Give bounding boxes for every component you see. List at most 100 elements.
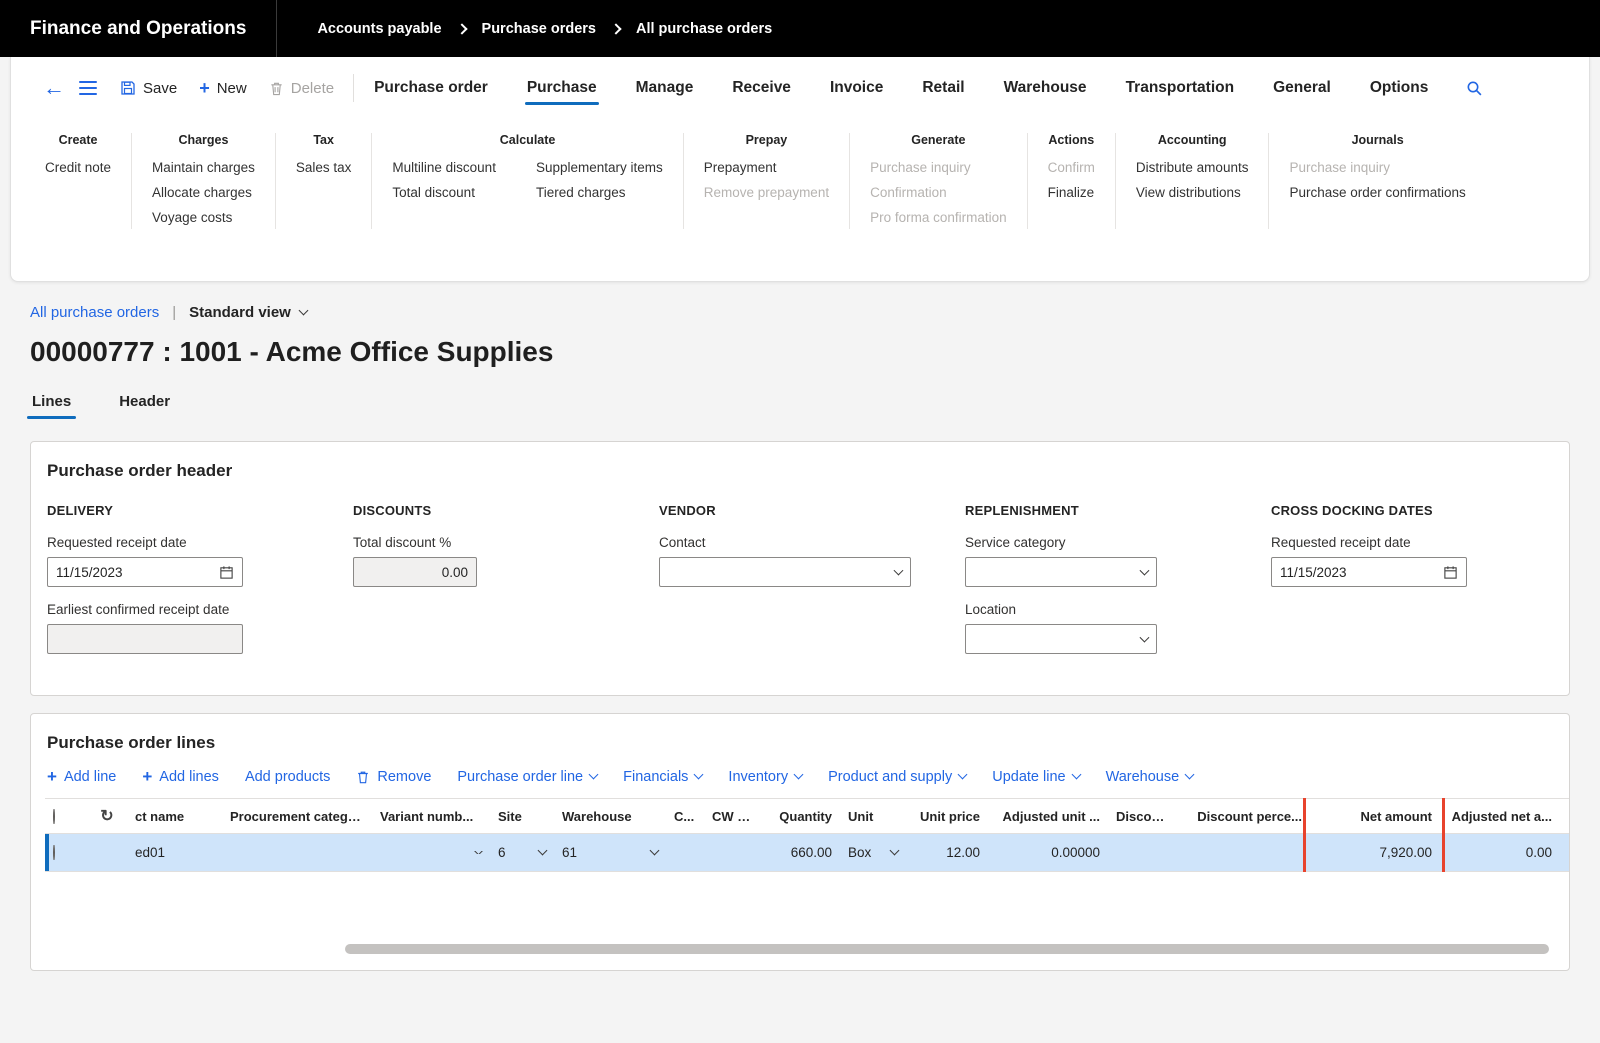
col-net-amount[interactable]: Net amount: [1310, 809, 1440, 824]
financials-menu[interactable]: Financials: [623, 769, 702, 785]
finalize-button[interactable]: Finalize: [1048, 185, 1095, 200]
cell-adjusted-unit[interactable]: 0.00000: [988, 845, 1108, 860]
breadcrumb-purchase-orders[interactable]: Purchase orders: [482, 21, 596, 37]
grid-row-selected[interactable]: ed01 6 61 660.00 Box: [45, 834, 1569, 872]
warehouse-label: Warehouse: [1106, 769, 1180, 785]
col-variant-number[interactable]: Variant numb...: [372, 809, 490, 824]
product-and-supply-menu[interactable]: Product and supply: [828, 769, 966, 785]
cell-net-amount[interactable]: 7,920.00: [1310, 845, 1440, 860]
chevron-down-icon[interactable]: [890, 846, 900, 856]
tab-options[interactable]: Options: [1368, 60, 1431, 116]
purchase-order-confirmations-button[interactable]: Purchase order confirmations: [1289, 185, 1465, 200]
col-quantity[interactable]: Quantity: [762, 809, 840, 824]
chevron-down-icon[interactable]: [474, 851, 484, 854]
cell-adjusted-net-amount[interactable]: 0.00: [1440, 845, 1560, 860]
col-unit-price[interactable]: Unit price: [906, 809, 988, 824]
col-adjusted-net-amount[interactable]: Adjusted net a...: [1440, 809, 1560, 824]
tab-header[interactable]: Header: [117, 393, 172, 419]
col-adjusted-unit[interactable]: Adjusted unit ...: [988, 809, 1108, 824]
add-line-button[interactable]: + Add line: [47, 768, 116, 785]
update-line-menu[interactable]: Update line: [992, 769, 1079, 785]
total-discount-button[interactable]: Total discount: [392, 185, 496, 200]
ribbon-group-calculate: Calculate Multiline discount Total disco…: [372, 133, 683, 229]
col-c[interactable]: C...: [666, 809, 704, 824]
warehouse-menu[interactable]: Warehouse: [1106, 769, 1194, 785]
row-select-radio[interactable]: [53, 845, 55, 860]
tab-purchase-order[interactable]: Purchase order: [372, 60, 490, 116]
col-discount[interactable]: Discount: [1108, 809, 1178, 824]
chevron-down-icon[interactable]: [538, 846, 548, 856]
location-input[interactable]: [974, 632, 1141, 647]
select-all-radio[interactable]: [53, 809, 55, 824]
col-unit[interactable]: Unit: [840, 809, 906, 824]
all-purchase-orders-link[interactable]: All purchase orders: [30, 304, 159, 321]
col-product-name[interactable]: ct name: [127, 809, 222, 824]
cell-product-name[interactable]: ed01: [127, 845, 222, 860]
remove-line-button[interactable]: Remove: [356, 769, 431, 785]
contact-input[interactable]: [668, 565, 895, 580]
topbar-divider: [276, 0, 277, 57]
view-distributions-button[interactable]: View distributions: [1136, 185, 1249, 200]
col-procurement-category[interactable]: Procurement category: [222, 809, 372, 824]
earliest-confirmed-receipt-date-input[interactable]: [56, 632, 234, 647]
prepayment-button[interactable]: Prepayment: [704, 160, 829, 175]
menu-icon[interactable]: [79, 77, 97, 99]
group-title: DISCOUNTS: [353, 503, 635, 518]
service-category-combobox[interactable]: [965, 557, 1157, 587]
tab-retail[interactable]: Retail: [920, 60, 966, 116]
add-products-button[interactable]: Add products: [245, 769, 330, 785]
plus-icon: +: [199, 78, 210, 99]
refresh-icon[interactable]: ↻: [87, 806, 127, 826]
service-category-input[interactable]: [974, 565, 1141, 580]
tab-receive[interactable]: Receive: [730, 60, 793, 116]
tab-warehouse[interactable]: Warehouse: [1002, 60, 1089, 116]
multiline-discount-button[interactable]: Multiline discount: [392, 160, 496, 175]
horizontal-scrollbar-thumb[interactable]: [345, 944, 1549, 954]
tab-manage[interactable]: Manage: [634, 60, 696, 116]
calendar-icon[interactable]: [1443, 565, 1458, 580]
tab-lines[interactable]: Lines: [30, 393, 73, 419]
save-button[interactable]: Save: [109, 80, 188, 97]
inventory-menu[interactable]: Inventory: [728, 769, 802, 785]
cell-quantity[interactable]: 660.00: [762, 845, 840, 860]
chevron-down-icon[interactable]: [650, 846, 660, 856]
breadcrumb-accounts-payable[interactable]: Accounts payable: [317, 21, 441, 37]
back-icon[interactable]: ←: [33, 77, 75, 99]
supplementary-items-button[interactable]: Supplementary items: [536, 160, 663, 175]
tab-general[interactable]: General: [1271, 60, 1333, 116]
contact-combobox[interactable]: [659, 557, 911, 587]
cell-unit-price[interactable]: 12.00: [906, 845, 988, 860]
sales-tax-button[interactable]: Sales tax: [296, 160, 352, 175]
cell-variant-number[interactable]: [372, 851, 490, 854]
total-discount-input[interactable]: [362, 565, 468, 580]
tab-invoice[interactable]: Invoice: [828, 60, 885, 116]
purchase-order-line-menu[interactable]: Purchase order line: [457, 769, 597, 785]
requested-receipt-date-input[interactable]: [56, 565, 213, 580]
delete-button[interactable]: Delete: [258, 80, 345, 97]
search-icon[interactable]: [1466, 80, 1483, 97]
location-combobox[interactable]: [965, 624, 1157, 654]
distribute-amounts-button[interactable]: Distribute amounts: [1136, 160, 1249, 175]
add-lines-button[interactable]: + Add lines: [142, 768, 219, 785]
col-cw-unit[interactable]: CW unit: [704, 809, 762, 824]
new-button[interactable]: + New: [188, 78, 258, 99]
allocate-charges-button[interactable]: Allocate charges: [152, 185, 255, 200]
tab-transportation[interactable]: Transportation: [1124, 60, 1237, 116]
voyage-costs-button[interactable]: Voyage costs: [152, 210, 255, 225]
tiered-charges-button[interactable]: Tiered charges: [536, 185, 663, 200]
pro-forma-confirmation-button: Pro forma confirmation: [870, 210, 1007, 225]
credit-note-button[interactable]: Credit note: [45, 160, 111, 175]
col-warehouse[interactable]: Warehouse: [554, 809, 666, 824]
breadcrumb-all-purchase-orders[interactable]: All purchase orders: [636, 21, 772, 37]
tab-purchase[interactable]: Purchase: [525, 60, 599, 116]
view-selector[interactable]: Standard view: [189, 304, 307, 321]
cell-warehouse[interactable]: 61: [554, 845, 666, 860]
cell-unit[interactable]: Box: [840, 845, 906, 860]
calendar-icon[interactable]: [219, 565, 234, 580]
maintain-charges-button[interactable]: Maintain charges: [152, 160, 255, 175]
appbar-tabs: Purchase order Purchase Manage Receive I…: [372, 60, 1430, 116]
col-discount-percentage[interactable]: Discount perce...: [1178, 809, 1310, 824]
cell-site[interactable]: 6: [490, 845, 554, 860]
cross-docking-requested-receipt-date-input[interactable]: [1280, 565, 1437, 580]
col-site[interactable]: Site: [490, 809, 554, 824]
